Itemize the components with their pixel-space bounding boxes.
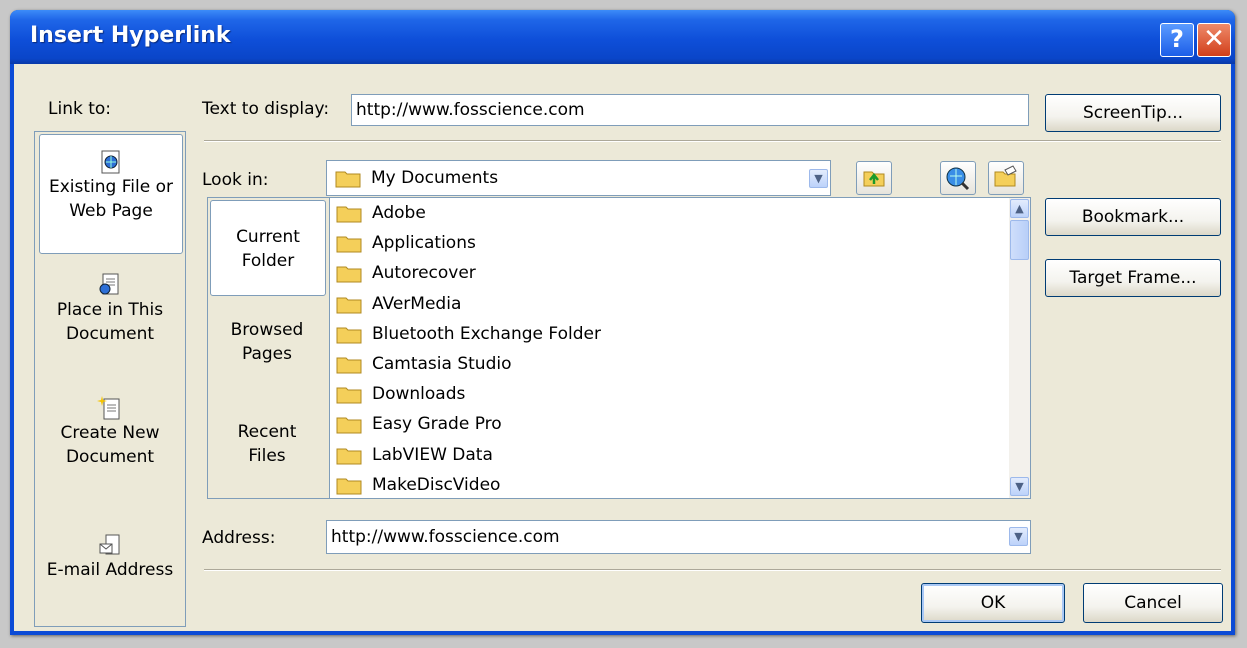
file-list-item[interactable]: Camtasia Studio <box>336 349 511 379</box>
scroll-thumb[interactable] <box>1010 220 1029 260</box>
folder-icon <box>336 266 362 283</box>
address-combo[interactable]: http://www.fosscience.com <box>326 520 1031 554</box>
nav-current-line1: Current <box>236 227 300 247</box>
screentip-button[interactable]: ScreenTip... <box>1045 94 1221 132</box>
folder-icon <box>336 357 362 374</box>
folder-icon <box>336 327 362 344</box>
address-label: Address: <box>202 528 276 548</box>
up-one-folder-button[interactable] <box>856 161 892 195</box>
new-document-icon <box>97 396 120 420</box>
bookmark-button[interactable]: Bookmark... <box>1045 198 1221 236</box>
web-file-icon <box>101 150 120 174</box>
link-existing-line2: Web Page <box>69 201 153 221</box>
text-to-display-label: Text to display: <box>202 99 330 119</box>
scroll-up-button[interactable]: ▲ <box>1010 199 1029 218</box>
target-frame-button[interactable]: Target Frame... <box>1045 259 1221 297</box>
link-create-line1: Create New <box>60 423 160 443</box>
open-folder-icon <box>994 165 1017 187</box>
nav-recent-line2: Files <box>248 446 286 466</box>
folder-icon <box>336 448 362 465</box>
link-place-in-this-document[interactable]: Place in This Document <box>35 272 185 382</box>
help-button[interactable]: ? <box>1160 23 1194 57</box>
link-create-new-document[interactable]: Create New Document <box>35 395 185 505</box>
file-list-item[interactable]: AVerMedia <box>336 289 461 319</box>
folder-icon <box>336 417 362 434</box>
link-create-line2: Document <box>65 447 155 467</box>
file-name: Camtasia Studio <box>372 354 512 374</box>
nav-current-folder[interactable]: Current Folder <box>210 200 326 296</box>
link-email-line1: E-mail Address <box>46 560 174 580</box>
file-name: Bluetooth Exchange Folder <box>372 323 601 344</box>
folder-icon <box>336 297 362 314</box>
link-email-address[interactable]: E-mail Address <box>35 532 185 612</box>
top-separator <box>204 140 1221 142</box>
folder-icon <box>336 236 362 253</box>
ok-button[interactable]: OK <box>921 583 1065 623</box>
email-icon <box>99 534 120 555</box>
look-in-value: My Documents <box>371 168 499 188</box>
address-dropdown-arrow[interactable]: ▼ <box>1009 527 1028 546</box>
folder-icon <box>336 387 362 404</box>
nav-recent-line1: Recent <box>237 422 297 442</box>
file-name: Adobe <box>372 203 426 223</box>
address-value: http://www.fosscience.com <box>331 527 560 547</box>
scroll-down-button[interactable]: ▼ <box>1010 477 1029 496</box>
file-list-item[interactable]: Adobe <box>336 198 426 228</box>
title-bar[interactable]: Insert Hyperlink ? ✕ <box>10 10 1235 64</box>
folder-icon <box>336 478 362 495</box>
link-place-line2: Document <box>65 324 155 344</box>
question-mark-icon: ? <box>1170 25 1184 53</box>
browse-web-button[interactable] <box>940 161 976 195</box>
file-name: Applications <box>372 233 476 254</box>
dialog-title: Insert Hyperlink <box>30 23 231 48</box>
file-list-item[interactable]: Applications <box>336 228 476 258</box>
browse-web-icon <box>946 167 970 191</box>
file-name: Easy Grade Pro <box>372 414 502 435</box>
file-list[interactable]: Adobe Applications Autorecover AVerMedia Blu… <box>329 197 1031 499</box>
nav-browsed-line1: Browsed <box>230 320 304 340</box>
nav-browsed-line2: Pages <box>241 344 292 364</box>
file-list-item[interactable]: Easy Grade Pro <box>336 409 502 439</box>
insert-hyperlink-dialog: Insert Hyperlink ? ✕ Link to: Existing F… <box>10 10 1235 635</box>
up-folder-icon <box>863 171 885 187</box>
nav-current-line2: Folder <box>241 251 295 271</box>
nav-browsed-pages[interactable]: Browsed Pages <box>208 318 326 388</box>
file-name: Autorecover <box>372 263 476 284</box>
folder-icon <box>336 206 362 223</box>
file-list-item[interactable]: MakeDiscVideo <box>336 470 501 498</box>
folder-icon <box>335 171 361 188</box>
dialog-body: Link to: Existing File or Web Page Place <box>14 64 1231 631</box>
file-name: AVerMedia <box>372 293 462 314</box>
file-list-item[interactable]: Downloads <box>336 379 465 409</box>
file-list-item[interactable]: LabVIEW Data <box>336 440 493 470</box>
look-in-combo[interactable]: My Documents <box>326 160 831 196</box>
link-existing-line1: Existing File or <box>49 177 173 197</box>
nav-recent-files[interactable]: Recent Files <box>208 420 326 490</box>
file-list-item[interactable]: Bluetooth Exchange Folder <box>336 319 601 349</box>
link-existing-file-or-web-page[interactable]: Existing File or Web Page <box>39 134 183 254</box>
file-name: LabVIEW Data <box>372 444 493 465</box>
file-name: MakeDiscVideo <box>372 474 501 495</box>
file-name: Downloads <box>372 384 466 405</box>
bottom-separator <box>204 569 1221 571</box>
link-to-label: Link to: <box>48 99 112 119</box>
text-to-display-input[interactable]: http://www.fosscience.com <box>351 94 1029 126</box>
close-button[interactable]: ✕ <box>1197 23 1231 57</box>
places-pane: Current Folder Browsed Pages Recent File… <box>207 197 329 499</box>
browse-file-button[interactable] <box>988 161 1024 195</box>
look-in-dropdown-arrow[interactable]: ▼ <box>809 169 828 188</box>
look-in-label: Look in: <box>202 170 269 190</box>
link-place-line1: Place in This <box>56 300 164 320</box>
close-icon: ✕ <box>1203 24 1225 54</box>
file-list-item[interactable]: Autorecover <box>336 258 476 288</box>
place-in-document-icon <box>99 273 119 295</box>
file-list-scrollbar[interactable]: ▲ ▼ <box>1009 198 1030 498</box>
cancel-button[interactable]: Cancel <box>1083 583 1223 623</box>
link-to-bar: Existing File or Web Page Place in This … <box>34 131 186 627</box>
